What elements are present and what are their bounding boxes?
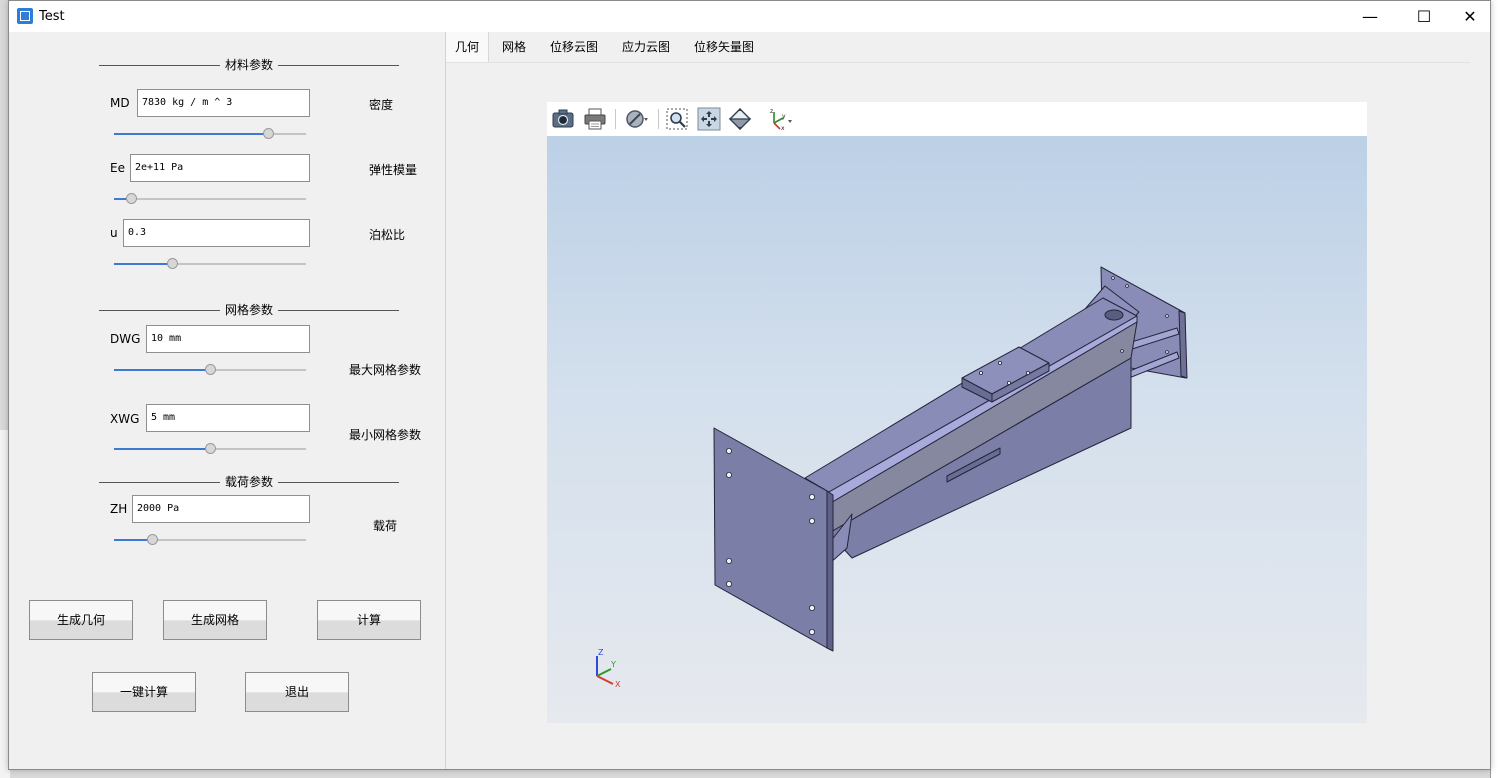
dwg-slider[interactable]	[114, 363, 306, 377]
tab-displacement-vector[interactable]: 位移矢量图	[685, 32, 763, 62]
beam-model: Z Y X	[596, 266, 1188, 689]
app-icon	[17, 8, 33, 24]
zoom-fit-icon[interactable]	[697, 107, 721, 131]
xwg-label: XWG	[110, 412, 140, 426]
tab-mesh[interactable]: 网格	[493, 32, 535, 62]
generate-mesh-button[interactable]: 生成网格	[163, 600, 267, 640]
main-window: Test — ☐ ✕ 材料参数 MD 7830 kg / m ^ 3 密度 Ee…	[8, 0, 1491, 770]
md-input[interactable]: 7830 kg / m ^ 3	[137, 89, 310, 117]
svg-text:z: z	[770, 108, 773, 115]
view-tabs: 几何 网格 位移云图 应力云图 位移矢量图	[446, 32, 1470, 63]
close-button[interactable]: ✕	[1447, 1, 1493, 32]
zh-input[interactable]: 2000 Pa	[132, 495, 310, 523]
window-title: Test	[39, 9, 65, 24]
zh-label: ZH	[110, 502, 128, 516]
material-section-header: 材料参数	[99, 56, 399, 73]
triad-z-label: Z	[598, 648, 604, 657]
u-slider[interactable]	[114, 257, 306, 271]
svg-text:y: y	[782, 113, 786, 120]
view-panel: 几何 网格 位移云图 应力云图 位移矢量图 z y x Z Y X	[445, 32, 1491, 769]
ee-desc: 弹性模量	[369, 163, 418, 177]
generate-geometry-button[interactable]: 生成几何	[29, 600, 133, 640]
axes-orientation-icon[interactable]: z y x	[766, 107, 796, 131]
camera-icon[interactable]	[551, 107, 575, 131]
zh-slider-thumb[interactable]	[147, 534, 159, 545]
zh-desc: 载荷	[373, 519, 398, 533]
zh-slider[interactable]	[114, 533, 306, 547]
near-end-plate	[713, 427, 828, 649]
tab-geometry[interactable]: 几何	[446, 32, 490, 62]
u-desc: 泊松比	[369, 228, 406, 242]
load-section-title: 载荷参数	[219, 473, 279, 490]
background-window-edge	[1490, 0, 1501, 778]
toolbar-separator	[615, 109, 616, 129]
ee-slider[interactable]	[114, 192, 306, 206]
parameter-panel: 材料参数 MD 7830 kg / m ^ 3 密度 Ee 2e+11 Pa 弹…	[9, 32, 444, 769]
mesh-section-title: 网格参数	[219, 301, 279, 318]
one-click-compute-button[interactable]: 一键计算	[92, 672, 196, 712]
xwg-slider[interactable]	[114, 442, 306, 456]
hide-shape-icon[interactable]	[625, 107, 649, 131]
zoom-region-icon[interactable]	[665, 107, 689, 131]
ee-slider-thumb[interactable]	[126, 193, 138, 204]
triad-y-label: Y	[610, 660, 616, 669]
mesh-section-header: 网格参数	[99, 301, 399, 318]
dwg-label: DWG	[110, 332, 141, 346]
orientation-triad: Z Y X	[596, 648, 621, 689]
tab-stress-contour[interactable]: 应力云图	[613, 32, 679, 62]
compute-button[interactable]: 计算	[317, 600, 421, 640]
md-label: MD	[110, 96, 130, 110]
u-slider-thumb[interactable]	[166, 258, 178, 269]
xwg-desc: 最小网格参数	[349, 428, 422, 442]
print-icon[interactable]	[583, 107, 607, 131]
minimize-button[interactable]: —	[1347, 1, 1393, 32]
u-input[interactable]: 0.3	[123, 219, 310, 247]
load-section-header: 载荷参数	[99, 473, 399, 490]
dwg-desc: 最大网格参数	[349, 363, 422, 377]
xwg-input[interactable]: 5 mm	[146, 404, 310, 432]
triad-x-label: X	[615, 680, 621, 689]
dwg-input[interactable]: 10 mm	[146, 325, 310, 353]
tab-displacement-contour[interactable]: 位移云图	[541, 32, 607, 62]
ee-input[interactable]: 2e+11 Pa	[130, 154, 310, 182]
xwg-slider-thumb[interactable]	[205, 443, 216, 454]
viewer-toolbar: z y x	[547, 102, 1367, 136]
3d-viewer[interactable]: z y x Z Y X	[547, 102, 1367, 723]
title-bar: Test — ☐ ✕	[9, 1, 1490, 32]
svg-text:x: x	[781, 125, 785, 131]
toolbar-separator	[658, 109, 659, 129]
md-desc: 密度	[369, 98, 394, 112]
ee-label: Ee	[110, 161, 125, 175]
md-slider[interactable]	[114, 127, 306, 141]
maximize-button[interactable]: ☐	[1401, 1, 1447, 32]
u-label: u	[110, 226, 118, 240]
dwg-slider-thumb[interactable]	[205, 364, 216, 375]
3d-viewport[interactable]: Z Y X	[547, 136, 1367, 723]
view-reset-icon[interactable]	[728, 107, 752, 131]
md-slider-thumb[interactable]	[262, 128, 274, 139]
exit-button[interactable]: 退出	[245, 672, 349, 712]
near-end-plate-edge	[826, 490, 834, 652]
far-hole	[1104, 309, 1124, 321]
material-section-title: 材料参数	[219, 56, 279, 73]
